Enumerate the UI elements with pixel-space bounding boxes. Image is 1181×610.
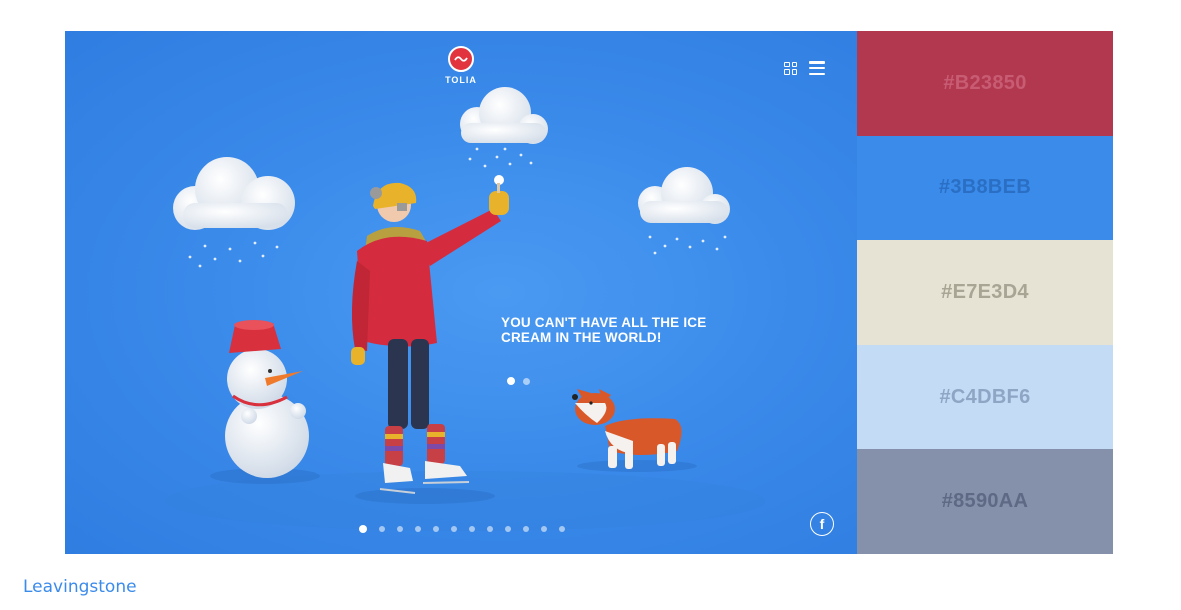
- girl-figure: [351, 175, 509, 504]
- color-swatch: #C4DBF6: [857, 344, 1113, 450]
- snowman: [210, 320, 320, 484]
- grid-view-icon[interactable]: [784, 61, 797, 75]
- page-dot[interactable]: [505, 526, 511, 532]
- cloud-center: [460, 87, 548, 168]
- page-dot[interactable]: [523, 526, 529, 532]
- slide-dot[interactable]: [507, 377, 515, 385]
- page-dot[interactable]: [559, 526, 565, 532]
- facebook-label: f: [819, 516, 825, 532]
- corgi-dog: [572, 389, 697, 472]
- slide-dot[interactable]: [523, 377, 530, 385]
- cloud-left: [173, 157, 295, 268]
- page-pagination: [359, 525, 565, 533]
- swatch-hex-label: #E7E3D4: [941, 280, 1029, 303]
- color-swatch: #E7E3D4: [857, 240, 1113, 345]
- color-swatch: #8590AA: [857, 449, 1113, 554]
- page-dot[interactable]: [379, 526, 385, 532]
- hero-headline: YOU CAN'T HAVE ALL THE ICE CREAM IN THE …: [501, 315, 707, 345]
- hero-illustration: [165, 87, 765, 531]
- brand-logo[interactable]: TOLIA: [440, 46, 482, 85]
- swatch-hex-label: #B23850: [943, 71, 1027, 94]
- brand-name: TOLIA: [445, 75, 477, 85]
- page-dot[interactable]: [451, 526, 457, 532]
- page-dot[interactable]: [397, 526, 403, 532]
- page-dot[interactable]: [487, 526, 493, 532]
- swatch-hex-label: #C4DBF6: [939, 385, 1031, 408]
- color-swatch: #3B8BEB: [857, 135, 1113, 241]
- color-palette: #B23850 #3B8BEB #E7E3D4 #C4DBF6 #8590AA: [857, 31, 1113, 554]
- page-dot[interactable]: [415, 526, 421, 532]
- cloud-right: [638, 167, 730, 255]
- hero-banner: TOLIA YOU CAN'T HAVE ALL THE ICE CREAM I…: [65, 31, 857, 554]
- swatch-hex-label: #3B8BEB: [938, 176, 1032, 199]
- top-toolbar: [784, 61, 825, 75]
- hamburger-menu-icon[interactable]: [809, 61, 825, 75]
- swatch-hex-label: #8590AA: [941, 490, 1029, 513]
- page-dot[interactable]: [469, 526, 475, 532]
- color-swatch: #B23850: [857, 31, 1113, 136]
- source-link[interactable]: Leavingstone: [23, 577, 137, 597]
- facebook-icon[interactable]: f: [810, 512, 834, 536]
- slide-pagination: [507, 377, 530, 385]
- page-dot[interactable]: [541, 526, 547, 532]
- page-dot[interactable]: [433, 526, 439, 532]
- page-dot[interactable]: [359, 525, 367, 533]
- tolia-logo-icon: [448, 46, 474, 72]
